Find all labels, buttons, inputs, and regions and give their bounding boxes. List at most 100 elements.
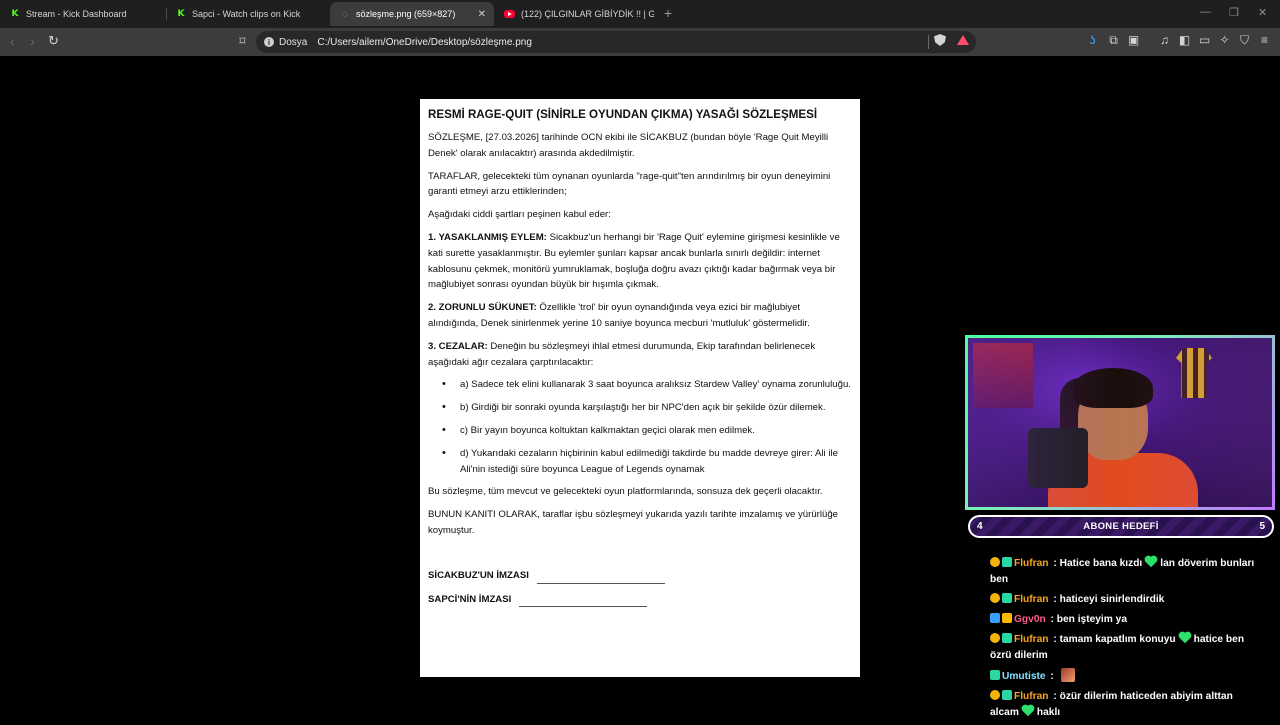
signature-label: SİCAKBUZ'UN İMZASI bbox=[428, 569, 529, 581]
leo-ai-icon[interactable]: ✧ bbox=[1218, 34, 1231, 47]
signature-sicakbuz: SİCAKBUZ'UN İMZASI bbox=[428, 568, 852, 584]
section-2-heading: 2. ZORUNLU SÜKUNET: bbox=[428, 302, 537, 314]
chat-separator: : bbox=[1047, 671, 1057, 682]
green-heart-emote-icon bbox=[1179, 632, 1190, 644]
chat-message: Flufran : haticeyi sinirlendirdik bbox=[990, 592, 1260, 608]
brave-rewards-icon[interactable] bbox=[957, 35, 969, 45]
tab-title: Stream - Kick Dashboard bbox=[26, 9, 127, 19]
close-tab-icon[interactable]: ✕ bbox=[478, 9, 486, 20]
kick-icon: K bbox=[177, 9, 185, 19]
chat-text: haticeyi sinirlendirdik bbox=[1059, 594, 1165, 605]
parties-paragraph: TARAFLAR, gelecekteki tüm oynanan oyunla… bbox=[428, 170, 831, 198]
subscriber-goal-bar: 4 ABONE HEDEFİ 5 bbox=[968, 515, 1274, 538]
music-icon[interactable]: ♫ bbox=[1158, 34, 1171, 47]
validity-paragraph: Bu sözleşme, tüm mevcut ve gelecekteki o… bbox=[428, 486, 823, 498]
gold-badge-icon bbox=[990, 633, 1000, 643]
green-badge-icon bbox=[1002, 557, 1012, 567]
tab-title: Sapci - Watch clips on Kick bbox=[192, 9, 301, 19]
goal-label: ABONE HEDEFİ bbox=[1083, 521, 1159, 532]
chat-username[interactable]: Ggv0n bbox=[1014, 614, 1046, 625]
chat-username[interactable]: Flufran bbox=[1014, 691, 1049, 702]
green-badge-icon bbox=[1002, 593, 1012, 603]
section-3-heading: 3. CEZALAR: bbox=[428, 340, 488, 352]
forward-icon[interactable]: › bbox=[30, 33, 35, 49]
proof-paragraph: BUNUN KANITI OLARAK, taraflar işbu sözle… bbox=[428, 509, 839, 536]
blue-badge-icon bbox=[990, 613, 1000, 623]
toolbar: ‹ › ↻ ⌑ i Dosya C:/Users/ailem/OneDrive/… bbox=[0, 28, 1280, 56]
menu-icon[interactable]: ≡ bbox=[1258, 34, 1271, 47]
penalty-item: d) Yukarıdaki cezaların hiçbirinin kabul… bbox=[442, 446, 852, 478]
kick-icon: K bbox=[11, 9, 19, 19]
chat-username[interactable]: Umutiste bbox=[1002, 671, 1046, 682]
chat-separator: : bbox=[1050, 634, 1060, 645]
reload-icon[interactable]: ↻ bbox=[48, 33, 59, 49]
green-heart-emote-icon bbox=[1022, 705, 1034, 717]
new-tab-button[interactable]: + bbox=[664, 5, 672, 21]
gold-badge-icon bbox=[990, 557, 1000, 567]
chat-username[interactable]: Flufran bbox=[1014, 634, 1049, 645]
intro-paragraph: SÖZLEŞME, [27.03.2026] tarihinde OCN eki… bbox=[428, 132, 829, 159]
chat-separator: : bbox=[1050, 558, 1060, 569]
chat-text: tamam kapatlım konuyu bbox=[1059, 634, 1176, 645]
crown-badge-icon bbox=[1002, 613, 1012, 623]
light-glow bbox=[968, 338, 1272, 507]
chat-message: Umutiste : bbox=[990, 668, 1260, 685]
screenshot-icon[interactable]: ▣ bbox=[1127, 34, 1140, 47]
address-bar[interactable]: i Dosya C:/Users/ailem/OneDrive/Desktop/… bbox=[256, 31, 976, 53]
sidebar-icon[interactable]: ◧ bbox=[1178, 34, 1191, 47]
section-3: 3. CEZALAR: Deneğin bu sözleşmeyi ihlal … bbox=[428, 339, 852, 371]
chat-separator: : bbox=[1050, 594, 1060, 605]
chat-username[interactable]: Flufran bbox=[1014, 558, 1049, 569]
webcam-feed bbox=[965, 335, 1275, 510]
chat-username[interactable]: Flufran bbox=[1014, 594, 1049, 605]
wallet-icon[interactable]: ▭ bbox=[1198, 34, 1211, 47]
globe-icon: ◌ bbox=[342, 8, 348, 20]
address-scheme: Dosya bbox=[279, 36, 308, 48]
tab-kick-clips[interactable]: K Sapci - Watch clips on Kick bbox=[166, 2, 330, 26]
custom-emote-icon bbox=[1060, 668, 1075, 682]
chat-overlay: Flufran : Hatice bana kızdı lan döverim b… bbox=[990, 556, 1260, 725]
chat-text: Hatice bana kızdı bbox=[1059, 558, 1143, 569]
chat-text: ben işteyim ya bbox=[1056, 614, 1127, 625]
gold-badge-icon bbox=[990, 690, 1000, 700]
audio-icon[interactable]: ʖ bbox=[1086, 34, 1099, 47]
chat-text: haklı bbox=[1036, 707, 1061, 718]
penalty-list: a) Sadece tek elini kullanarak 3 saat bo… bbox=[442, 377, 852, 477]
tab-sozlesme-image[interactable]: ◌ sözleşme.png (659×827) ✕ bbox=[330, 2, 494, 26]
back-icon[interactable]: ‹ bbox=[10, 33, 15, 49]
tab-kick-dashboard[interactable]: K Stream - Kick Dashboard bbox=[0, 2, 166, 26]
document-title: RESMİ RAGE-QUIT (SİNİRLE OYUNDAN ÇIKMA) … bbox=[428, 108, 818, 121]
gold-badge-icon bbox=[990, 593, 1000, 603]
chat-separator: : bbox=[1047, 614, 1057, 625]
green-heart-emote-icon bbox=[1145, 556, 1157, 568]
close-window-icon[interactable]: ✕ bbox=[1258, 6, 1267, 19]
extensions-icon[interactable]: ⧉ bbox=[1107, 34, 1120, 47]
info-icon[interactable]: i bbox=[264, 37, 274, 47]
maximize-icon[interactable]: ❐ bbox=[1229, 6, 1239, 19]
signature-line bbox=[519, 597, 648, 608]
green-badge-icon bbox=[1002, 690, 1012, 700]
chat-separator: : bbox=[1050, 691, 1060, 702]
section-1: 1. YASAKLANMIŞ EYLEM: Sicakbuz'un herhan… bbox=[428, 230, 852, 293]
section-1-heading: 1. YASAKLANMIŞ EYLEM: bbox=[428, 231, 547, 243]
tab-strip: K Stream - Kick Dashboard K Sapci - Watc… bbox=[0, 0, 1280, 28]
accept-paragraph: Aşağıdaki ciddi şartları peşinen kabul e… bbox=[428, 209, 611, 221]
chat-message: Flufran : özür dilerim haticeden abiyim … bbox=[990, 689, 1260, 721]
penalty-item: c) Bir yayın boyunca koltuktan kalkmakta… bbox=[442, 423, 852, 439]
tab-title: (122) ÇILGINLAR GİBİYDİK !! | Goose bbox=[521, 9, 654, 19]
green-badge-icon bbox=[1002, 633, 1012, 643]
signature-label: SAPCİ'NİN İMZASI bbox=[428, 593, 512, 605]
address-divider bbox=[928, 35, 929, 49]
tab-youtube[interactable]: (122) ÇILGINLAR GİBİYDİK !! | Goose bbox=[494, 2, 654, 26]
tab-title: sözleşme.png (659×827) bbox=[356, 9, 456, 19]
contract-document: RESMİ RAGE-QUIT (SİNİRLE OYUNDAN ÇIKMA) … bbox=[420, 99, 860, 677]
minimize-icon[interactable]: — bbox=[1200, 6, 1211, 18]
penalty-item: b) Girdiği bir sonraki oyunda karşılaştı… bbox=[442, 400, 852, 416]
bookmark-icon[interactable]: ⌑ bbox=[236, 35, 249, 48]
vpn-icon[interactable]: ⛉ bbox=[1238, 34, 1251, 47]
penalty-item: a) Sadece tek elini kullanarak 3 saat bo… bbox=[442, 377, 852, 393]
chat-message: Ggv0n : ben işteyim ya bbox=[990, 612, 1260, 628]
green-badge-icon bbox=[990, 670, 1000, 680]
url-text[interactable]: C:/Users/ailem/OneDrive/Desktop/sözleşme… bbox=[317, 37, 532, 48]
